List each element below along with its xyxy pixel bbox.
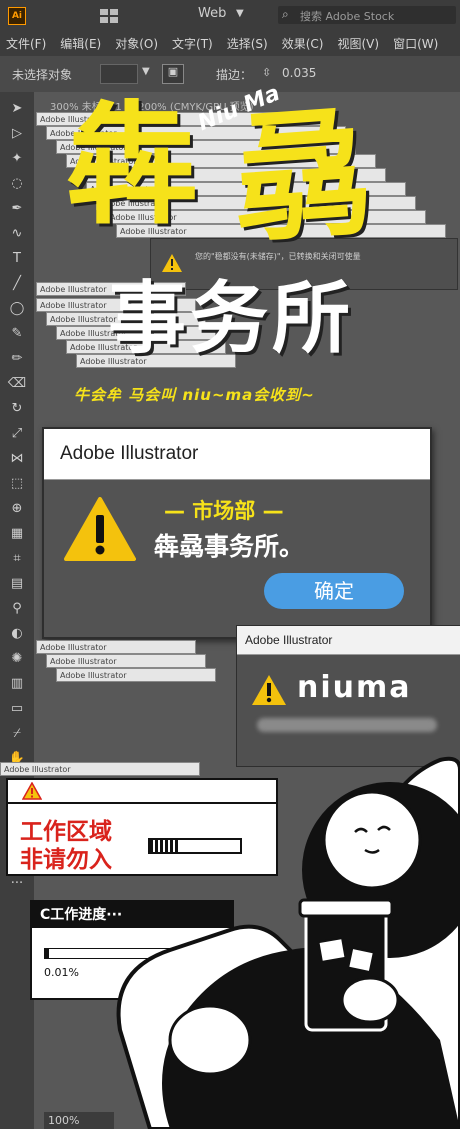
line-tool-icon[interactable]: ╱ bbox=[7, 276, 27, 292]
zoom-level[interactable]: 100% bbox=[44, 1112, 114, 1129]
ok-button[interactable]: 确定 bbox=[264, 573, 404, 609]
type-tool-icon[interactable]: T bbox=[7, 251, 27, 267]
magic-wand-icon[interactable]: ✦ bbox=[7, 151, 27, 167]
search-placeholder: 搜索 Adobe Stock bbox=[300, 10, 395, 23]
blend-icon[interactable]: ◐ bbox=[7, 626, 27, 642]
scale-icon[interactable]: ⤢ bbox=[7, 426, 27, 442]
tools-panel: ➤ ▷ ✦ ◌ ✒ ∿ T ╱ ◯ ✎ ✏ ⌫ ↻ ⤢ ⋈ ⬚ ⊕ ▦ ⌗ ▤ … bbox=[0, 92, 34, 1129]
chevron-down-icon: ▼ bbox=[236, 8, 244, 19]
perspective-grid-icon[interactable]: ▦ bbox=[7, 526, 27, 542]
zone-line2: 非请勿入 bbox=[20, 847, 112, 873]
stroke-value-input[interactable]: 0.035 bbox=[282, 66, 316, 80]
dialog-message: niuma bbox=[297, 670, 412, 705]
selection-tool-icon[interactable]: ➤ bbox=[7, 101, 27, 117]
warning-icon bbox=[64, 497, 136, 561]
lasso-icon[interactable]: ◌ bbox=[7, 176, 27, 192]
stacked-window-title: Adobe Illustrator bbox=[36, 640, 196, 654]
stock-search-input[interactable]: ⌕ 搜索 Adobe Stock bbox=[278, 6, 456, 24]
title-niu: 犇 bbox=[66, 89, 198, 243]
title-ma: 骉 bbox=[226, 92, 376, 263]
character-illustration bbox=[116, 756, 460, 1129]
menu-select[interactable]: 选择(S) bbox=[227, 35, 268, 52]
menu-type[interactable]: 文字(T) bbox=[172, 35, 213, 52]
search-icon: ⌕ bbox=[282, 7, 289, 21]
menu-window[interactable]: 窗口(W) bbox=[393, 35, 438, 52]
shape-builder-icon[interactable]: ⊕ bbox=[7, 501, 27, 517]
symbol-sprayer-icon[interactable]: ✺ bbox=[7, 651, 27, 667]
menu-view[interactable]: 视图(V) bbox=[337, 35, 379, 52]
menu-object[interactable]: 对象(O) bbox=[115, 35, 158, 52]
eraser-icon[interactable]: ⌫ bbox=[7, 376, 27, 392]
slice-icon[interactable]: ⌿ bbox=[7, 726, 27, 742]
tagline: 牛会牟 马会叫 niu~ma会收到~ bbox=[74, 386, 315, 404]
blurred-text bbox=[257, 718, 437, 732]
main-alert-dialog: Adobe Illustrator — 市场部 — 犇骉事务所。 确定 bbox=[42, 427, 432, 639]
eyedropper-icon[interactable]: ⚲ bbox=[7, 601, 27, 617]
ellipse-tool-icon[interactable]: ◯ bbox=[7, 301, 27, 317]
control-bar: 未选择对象 ▼ ▣ 描边： ⇳ 0.035 bbox=[0, 56, 460, 93]
dialog-title: Adobe Illustrator bbox=[44, 429, 430, 480]
width-tool-icon[interactable]: ⋈ bbox=[7, 451, 27, 467]
workspace-switcher[interactable]: Web bbox=[198, 6, 226, 21]
pen-tool-icon[interactable]: ✒ bbox=[7, 201, 27, 217]
dialog-title: Adobe Illustrator bbox=[237, 626, 460, 655]
paintbrush-icon[interactable]: ✎ bbox=[7, 326, 27, 342]
graph-tool-icon[interactable]: ▥ bbox=[7, 676, 27, 692]
direct-selection-icon[interactable]: ▷ bbox=[7, 126, 27, 142]
dialog-department: — 市场部 — bbox=[164, 499, 284, 523]
warning-icon bbox=[22, 782, 42, 800]
menu-effect[interactable]: 效果(C) bbox=[282, 35, 324, 52]
menu-bar: 文件(F) 编辑(E) 对象(O) 文字(T) 选择(S) 效果(C) 视图(V… bbox=[0, 30, 460, 56]
more-tools-icon[interactable]: ··· bbox=[7, 876, 27, 892]
title-office: 事务所 bbox=[108, 274, 355, 364]
dialog-message: 犇骉事务所。 bbox=[154, 532, 305, 561]
stroke-swatch[interactable]: ▣ bbox=[162, 64, 184, 84]
pencil-icon[interactable]: ✏ bbox=[7, 351, 27, 367]
stacked-window-title: Adobe Illustrator bbox=[56, 668, 216, 682]
curvature-icon[interactable]: ∿ bbox=[7, 226, 27, 242]
stroke-label: 描边： bbox=[216, 68, 253, 82]
illustrator-logo: Ai bbox=[8, 7, 26, 25]
fill-swatch[interactable] bbox=[100, 64, 138, 84]
stepper-icon[interactable]: ⇳ bbox=[262, 66, 271, 79]
rotate-icon[interactable]: ↻ bbox=[7, 401, 27, 417]
chevron-down-icon[interactable]: ▼ bbox=[142, 66, 150, 77]
menu-file[interactable]: 文件(F) bbox=[6, 35, 46, 52]
gradient-icon[interactable]: ▤ bbox=[7, 576, 27, 592]
artboard-icon[interactable]: ▭ bbox=[7, 701, 27, 717]
arrange-documents-icon[interactable] bbox=[100, 8, 118, 23]
progress-value: 0.01% bbox=[44, 966, 79, 979]
stacked-window-title: Adobe Illustrator bbox=[46, 654, 206, 668]
menu-edit[interactable]: 编辑(E) bbox=[60, 35, 101, 52]
selection-status: 未选择对象 bbox=[12, 68, 73, 82]
free-transform-icon[interactable]: ⬚ bbox=[7, 476, 27, 492]
mesh-icon[interactable]: ⌗ bbox=[7, 551, 27, 567]
app-title-bar: Ai Web ▼ ⌕ 搜索 Adobe Stock bbox=[0, 0, 460, 30]
warning-icon bbox=[252, 675, 286, 705]
warning-icon bbox=[162, 254, 182, 272]
progress-fill bbox=[45, 949, 49, 958]
